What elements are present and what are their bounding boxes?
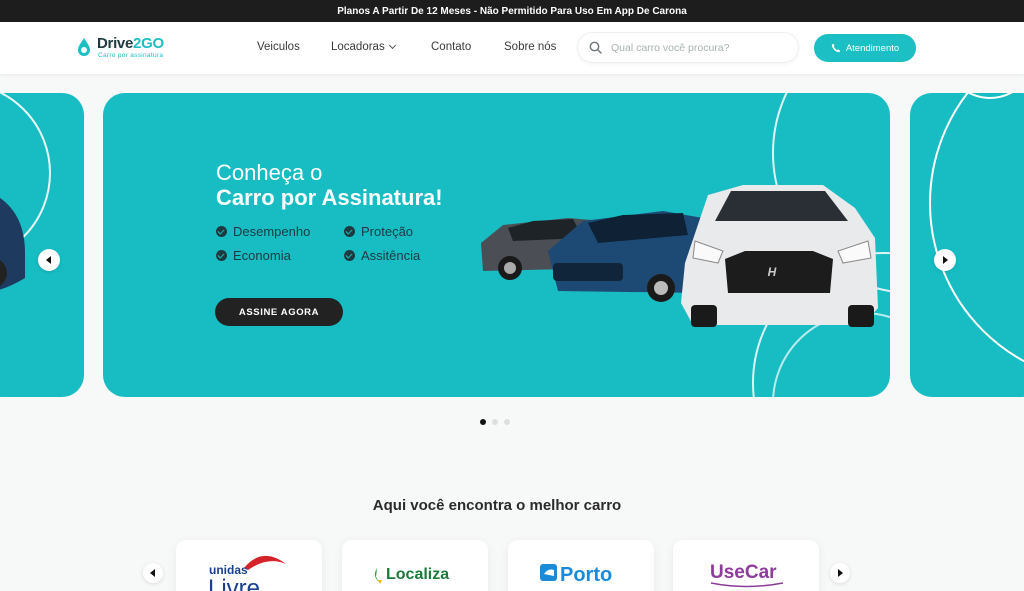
search-icon <box>589 41 602 54</box>
logo-tagline: Carro por assinatura <box>98 52 164 59</box>
site-logo[interactable]: Drive2GO Carro por assinatura <box>76 34 186 62</box>
check-circle-icon <box>216 250 227 261</box>
feature-item: Proteção <box>344 224 413 239</box>
chevron-right-icon <box>943 256 948 264</box>
unidas-livre-logo: unidas Livre <box>208 555 286 591</box>
check-circle-icon <box>344 226 355 237</box>
chevron-left-icon <box>46 256 51 264</box>
site-header: Drive2GO Carro por assinatura Veiculos L… <box>0 22 1024 74</box>
chevron-left-icon <box>150 569 155 577</box>
carousel-pagination <box>480 419 510 425</box>
assine-agora-button[interactable]: ASSINE AGORA <box>215 298 343 326</box>
svg-text:Localiza: Localiza <box>386 566 449 583</box>
porto-logo: Porto <box>540 564 612 586</box>
announcement-bar: Planos A Partir De 12 Meses - Não Permit… <box>0 0 1024 22</box>
brand-card-unidas[interactable]: unidas Livre <box>176 540 322 591</box>
nav-contato[interactable]: Contato <box>431 41 471 53</box>
localiza-logo: Localiza <box>374 566 449 584</box>
usecar-logo: UseCar <box>710 562 784 588</box>
chevron-right-icon <box>838 569 843 577</box>
feature-item: Assitência <box>344 248 420 263</box>
carousel-slide-current[interactable]: H Conheça o Carro por Assinatura! Desemp… <box>103 93 890 397</box>
svg-text:Porto: Porto <box>560 564 612 586</box>
brand-card-usecar[interactable]: UseCar <box>673 540 819 591</box>
carousel-dot[interactable] <box>492 419 498 425</box>
decorative-arc <box>0 93 51 290</box>
check-circle-icon <box>216 226 227 237</box>
nav-veiculos[interactable]: Veiculos <box>257 41 300 53</box>
atendimento-label: Atendimento <box>845 42 900 54</box>
hero-title-line1: Conheça o <box>216 160 323 185</box>
check-circle-icon <box>344 250 355 261</box>
announcement-text: Planos A Partir De 12 Meses - Não Permit… <box>337 5 687 17</box>
decorative-arc <box>929 93 1024 363</box>
drop-logo-icon <box>78 38 90 56</box>
hero-decoration: H <box>481 93 890 397</box>
nav-sobre-nos[interactable]: Sobre nós <box>504 41 556 53</box>
feature-item: Economia <box>216 248 291 263</box>
feature-item: Desempenho <box>216 224 310 239</box>
brands-prev-button[interactable] <box>143 563 163 583</box>
brands-section-title: Aqui você encontra o melhor carro <box>372 497 622 514</box>
svg-text:Livre: Livre <box>208 575 260 591</box>
nav-locadoras[interactable]: Locadoras <box>331 41 396 53</box>
car-sedan-illustration: H <box>681 185 878 327</box>
carousel-slide-next[interactable] <box>910 93 1024 397</box>
atendimento-button[interactable]: Atendimento <box>814 34 916 62</box>
hero-title-line2: Carro por Assinatura! <box>216 185 443 210</box>
brand-card-porto[interactable]: Porto <box>508 540 654 591</box>
carousel-dot[interactable] <box>480 419 486 425</box>
svg-text:UseCar: UseCar <box>710 562 777 583</box>
chevron-down-icon <box>388 41 396 50</box>
search-input[interactable] <box>611 38 791 57</box>
carousel-slide-previous[interactable] <box>0 93 84 397</box>
carousel-next-button[interactable] <box>934 249 956 271</box>
phone-icon <box>831 43 841 53</box>
brand-card-localiza[interactable]: Localiza <box>342 540 488 591</box>
carousel-prev-button[interactable] <box>38 249 60 271</box>
svg-text:H: H <box>768 265 777 279</box>
carousel-dot[interactable] <box>504 419 510 425</box>
brands-next-button[interactable] <box>830 563 850 583</box>
logo-title: Drive2GO <box>97 35 164 52</box>
search-box <box>578 33 798 62</box>
